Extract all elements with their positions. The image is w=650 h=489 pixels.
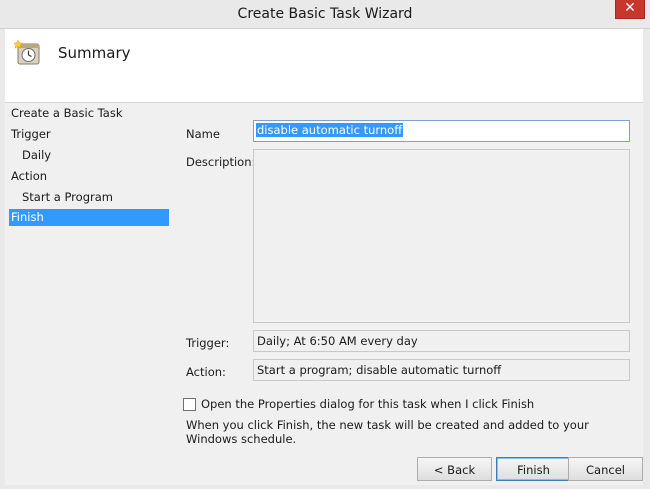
close-icon: ✕ [624, 0, 636, 16]
description-field[interactable] [253, 149, 630, 323]
sidebar-item-create-basic-task: Create a Basic Task [11, 106, 123, 120]
trigger-label: Trigger: [186, 336, 230, 350]
window-frame-bottom [0, 485, 650, 489]
window-title: Create Basic Task Wizard [237, 6, 413, 22]
sidebar-item-start-a-program: Start a Program [22, 190, 113, 204]
description-label: Description: [186, 155, 256, 169]
name-field[interactable]: disable automatic turnoff [253, 120, 630, 142]
trigger-summary-field: Daily; At 6:50 AM every day [253, 330, 630, 352]
page-title: Summary [58, 44, 131, 62]
sidebar-item-action: Action [11, 169, 48, 183]
title-bar: Create Basic Task Wizard ✕ [0, 0, 650, 29]
back-button[interactable]: < Back [417, 457, 492, 481]
sidebar-item-trigger: Trigger [11, 127, 51, 141]
open-properties-label[interactable]: Open the Properties dialog for this task… [201, 397, 534, 411]
name-label: Name [186, 127, 220, 141]
finish-button[interactable]: Finish [496, 457, 571, 481]
action-label: Action: [186, 365, 226, 379]
window-frame-right [643, 29, 650, 489]
sidebar-item-finish: Finish [9, 209, 169, 226]
wizard-header: Summary [5, 29, 643, 102]
action-summary-field: Start a program; disable automatic turno… [253, 359, 630, 381]
cancel-button[interactable]: Cancel [568, 457, 643, 481]
close-button[interactable]: ✕ [615, 0, 645, 19]
finish-info-text: When you click Finish, the new task will… [186, 418, 589, 446]
sidebar-item-daily: Daily [22, 148, 52, 162]
wizard-body: Create a Basic Task Trigger Daily Action… [5, 103, 643, 485]
task-scheduler-clock-icon [14, 39, 40, 65]
open-properties-checkbox[interactable] [183, 398, 196, 411]
name-value: disable automatic turnoff [256, 123, 404, 137]
